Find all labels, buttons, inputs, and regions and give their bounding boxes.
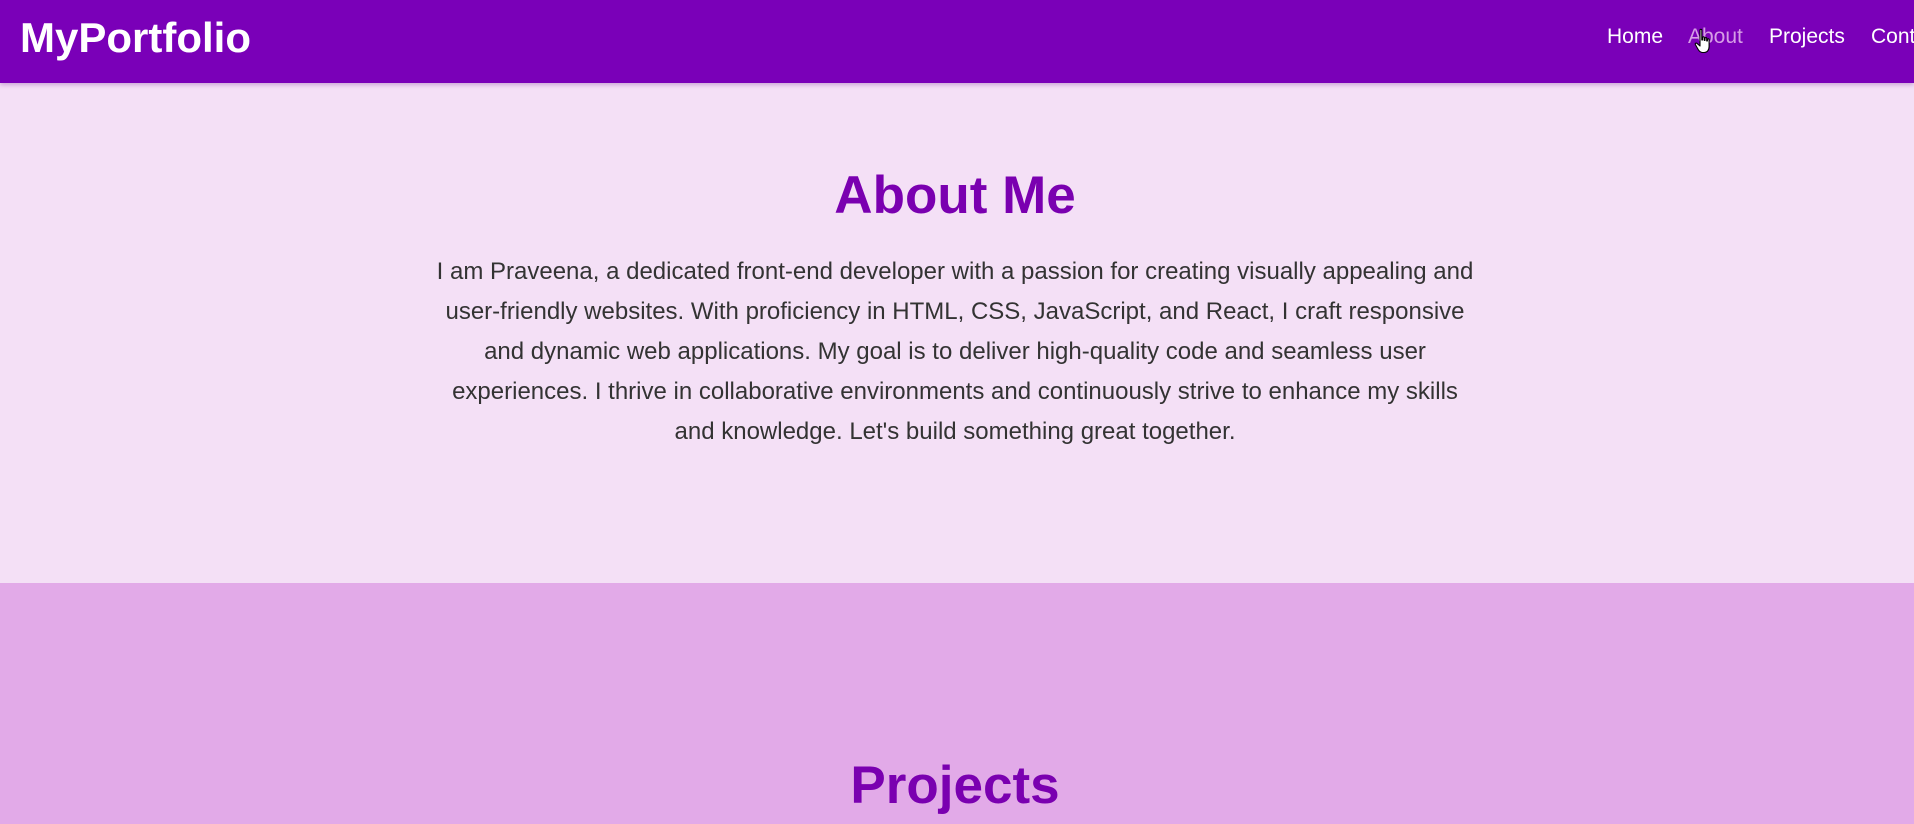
hand-pointer-cursor-icon bbox=[1694, 28, 1710, 54]
projects-section: Projects bbox=[0, 583, 1914, 824]
portfolio-page: MyPortfolio Home About Projects Cont Abo… bbox=[0, 0, 1914, 824]
nav-link-contact[interactable]: Cont bbox=[1871, 24, 1914, 50]
about-title: About Me bbox=[834, 166, 1076, 225]
about-section: About Me I am Praveena, a dedicated fron… bbox=[0, 83, 1914, 583]
nav-link-projects[interactable]: Projects bbox=[1769, 24, 1845, 50]
nav-link-home[interactable]: Home bbox=[1607, 24, 1663, 50]
about-paragraph: I am Praveena, a dedicated front-end dev… bbox=[436, 258, 1474, 445]
navbar: MyPortfolio Home About Projects Cont bbox=[0, 0, 1914, 83]
projects-title: Projects bbox=[850, 756, 1060, 815]
brand-logo[interactable]: MyPortfolio bbox=[20, 14, 251, 62]
